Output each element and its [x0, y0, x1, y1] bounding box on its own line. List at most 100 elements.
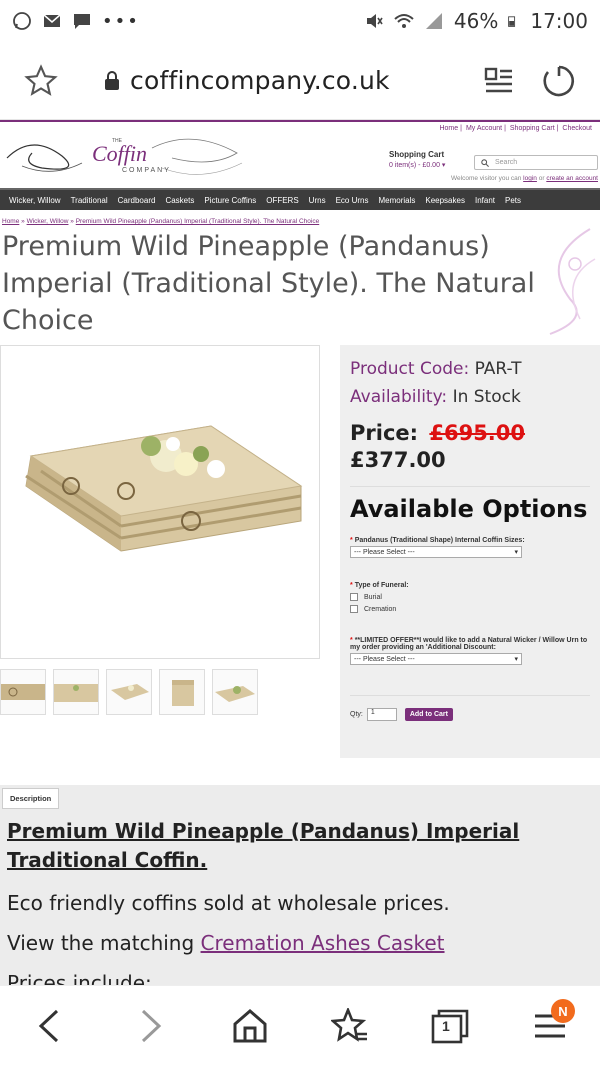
address-bar[interactable]: coffincompany.co.uk: [64, 66, 476, 95]
login-link[interactable]: login: [523, 175, 537, 182]
search-placeholder: Search: [495, 159, 518, 166]
search-input[interactable]: Search: [474, 155, 598, 170]
more-notifications-icon: •••: [102, 10, 140, 32]
product-image[interactable]: [0, 345, 320, 659]
battery-level: 46%: [453, 9, 499, 33]
lock-icon: [105, 70, 119, 90]
tabs-count: 1: [442, 1018, 450, 1034]
old-price: £695.00: [429, 421, 526, 445]
bookmarks-button[interactable]: [325, 1001, 375, 1051]
coffin-company-logo[interactable]: Coffin COMPANY THE: [2, 128, 247, 183]
option-burial[interactable]: Burial: [350, 593, 590, 601]
signal-icon: [425, 13, 442, 29]
product-code: Product Code: PAR-T: [350, 359, 522, 379]
battery-icon: [508, 16, 516, 27]
svg-text:Coffin: Coffin: [92, 141, 147, 166]
thumbnail-3-image: [111, 684, 149, 700]
description-heading: Premium Wild Pineapple (Pandanus) Imperi…: [7, 819, 520, 872]
product-title: Premium Wild Pineapple (Pandanus) Imperi…: [2, 231, 535, 336]
whatsapp-icon: [13, 12, 31, 30]
tabs-button[interactable]: 1: [425, 1001, 475, 1051]
cart-count: 0 item(s) - £0.00 ▾: [389, 162, 446, 169]
status-bar: ••• 46% 17:00: [0, 0, 600, 42]
star-icon: [24, 63, 58, 96]
message-icon: [74, 14, 90, 29]
home-icon: [233, 1009, 267, 1043]
breadcrumb-wicker[interactable]: Wicker, Willow: [27, 218, 69, 225]
thumbnail-3[interactable]: [106, 669, 152, 715]
nav-item-memorials[interactable]: Memorials: [373, 196, 420, 205]
browser-bottom-bar: 1 N: [0, 985, 600, 1066]
nav-item-wicker[interactable]: Wicker, Willow: [4, 196, 66, 205]
floral-decoration: [549, 228, 596, 335]
nav-item-offers[interactable]: OFFERS: [261, 196, 303, 205]
availability: Availability: In Stock: [350, 387, 521, 407]
cart-title: Shopping Cart: [389, 150, 445, 159]
home-button[interactable]: [225, 1001, 275, 1051]
thumbnail-1-image: [1, 684, 45, 700]
mute-icon: [366, 14, 383, 28]
forward-arrow-icon: [141, 1009, 162, 1043]
option-urn-label: * **LIMITED OFFER**I would like to add a…: [350, 637, 588, 651]
thumbnail-1[interactable]: [0, 669, 46, 715]
thumbnail-4[interactable]: [159, 669, 205, 715]
chevron-down-icon: ▾: [514, 549, 518, 556]
breadcrumb-product[interactable]: Premium Wild Pineapple (Pandanus) Imperi…: [76, 218, 320, 225]
clock: 17:00: [530, 9, 588, 33]
website: Home | My Account | Shopping Cart | Checkou…: [0, 120, 600, 759]
reader-icon: [484, 67, 512, 92]
qty-input[interactable]: 1: [366, 708, 397, 721]
top-link-home[interactable]: Home: [439, 125, 458, 132]
thumbnail-strip: [0, 669, 258, 715]
back-button[interactable]: [25, 1001, 75, 1051]
create-account-link[interactable]: create an account: [546, 175, 598, 182]
cremation-checkbox[interactable]: [350, 605, 358, 613]
add-to-cart-button[interactable]: Add to Cart: [404, 708, 453, 721]
reload-icon: [543, 65, 575, 96]
description-line-1: Eco friendly coffins sold at wholesale p…: [7, 891, 450, 915]
option-cremation[interactable]: Cremation: [350, 605, 590, 613]
nav-item-caskets[interactable]: Caskets: [160, 196, 199, 205]
shopping-cart[interactable]: Shopping Cart 0 item(s) - £0.00 ▾: [389, 150, 445, 169]
description-content: Premium Wild Pineapple (Pandanus) Imperi…: [7, 817, 592, 997]
top-links: Home | My Account | Shopping Cart | Checkou…: [439, 125, 592, 132]
nav-item-eco-urns[interactable]: Eco Urns: [331, 196, 374, 205]
available-options-heading: Available Options: [350, 486, 590, 523]
back-arrow-icon: [38, 1009, 59, 1043]
option-size-select[interactable]: --- Please Select --- ▾: [350, 546, 522, 558]
browser-toolbar: coffincompany.co.uk: [0, 42, 600, 120]
special-price: £377.00: [350, 448, 446, 472]
thumbnail-5-image: [215, 686, 255, 702]
mail-icon: [43, 14, 61, 27]
burial-checkbox[interactable]: [350, 593, 358, 601]
tab-description[interactable]: Description: [2, 788, 60, 809]
price-row: Price: £695.00: [350, 419, 590, 448]
bookmark-star-button[interactable]: [18, 58, 64, 104]
top-link-checkout[interactable]: Checkout: [562, 125, 592, 132]
reader-mode-button[interactable]: [476, 58, 522, 104]
nav-item-infant[interactable]: Infant: [470, 196, 500, 205]
nav-item-urns[interactable]: Urns: [304, 196, 331, 205]
nav-item-picture-coffins[interactable]: Picture Coffins: [199, 196, 261, 205]
reload-button[interactable]: [536, 58, 582, 104]
menu-button[interactable]: N: [525, 999, 575, 1051]
add-to-cart-row: Qty: 1 Add to Cart: [350, 695, 590, 721]
main-nav: Wicker, Willow Traditional Cardboard Cas…: [0, 188, 600, 210]
nav-item-cardboard[interactable]: Cardboard: [113, 196, 161, 205]
nav-item-keepsakes[interactable]: Keepsakes: [420, 196, 470, 205]
option-funeral-label: * Type of Funeral:: [350, 582, 409, 589]
nav-item-pets[interactable]: Pets: [500, 196, 526, 205]
thumbnail-2[interactable]: [53, 669, 99, 715]
product-main: Product Code: PAR-T Availability: In Sto…: [0, 228, 600, 759]
forward-button[interactable]: [125, 1001, 175, 1051]
cremation-casket-link[interactable]: Cremation Ashes Casket: [201, 931, 445, 955]
top-link-cart[interactable]: Shopping Cart: [510, 125, 555, 132]
thumbnail-5[interactable]: [212, 669, 258, 715]
nav-item-traditional[interactable]: Traditional: [66, 196, 113, 205]
search-icon: [481, 158, 489, 167]
top-link-account[interactable]: My Account: [466, 125, 502, 132]
breadcrumb-home[interactable]: Home: [2, 218, 19, 225]
wicker-coffin-image: [25, 425, 303, 552]
svg-text:COMPANY: COMPANY: [122, 167, 171, 174]
option-urn-select[interactable]: --- Please Select --- ▾: [350, 653, 522, 665]
